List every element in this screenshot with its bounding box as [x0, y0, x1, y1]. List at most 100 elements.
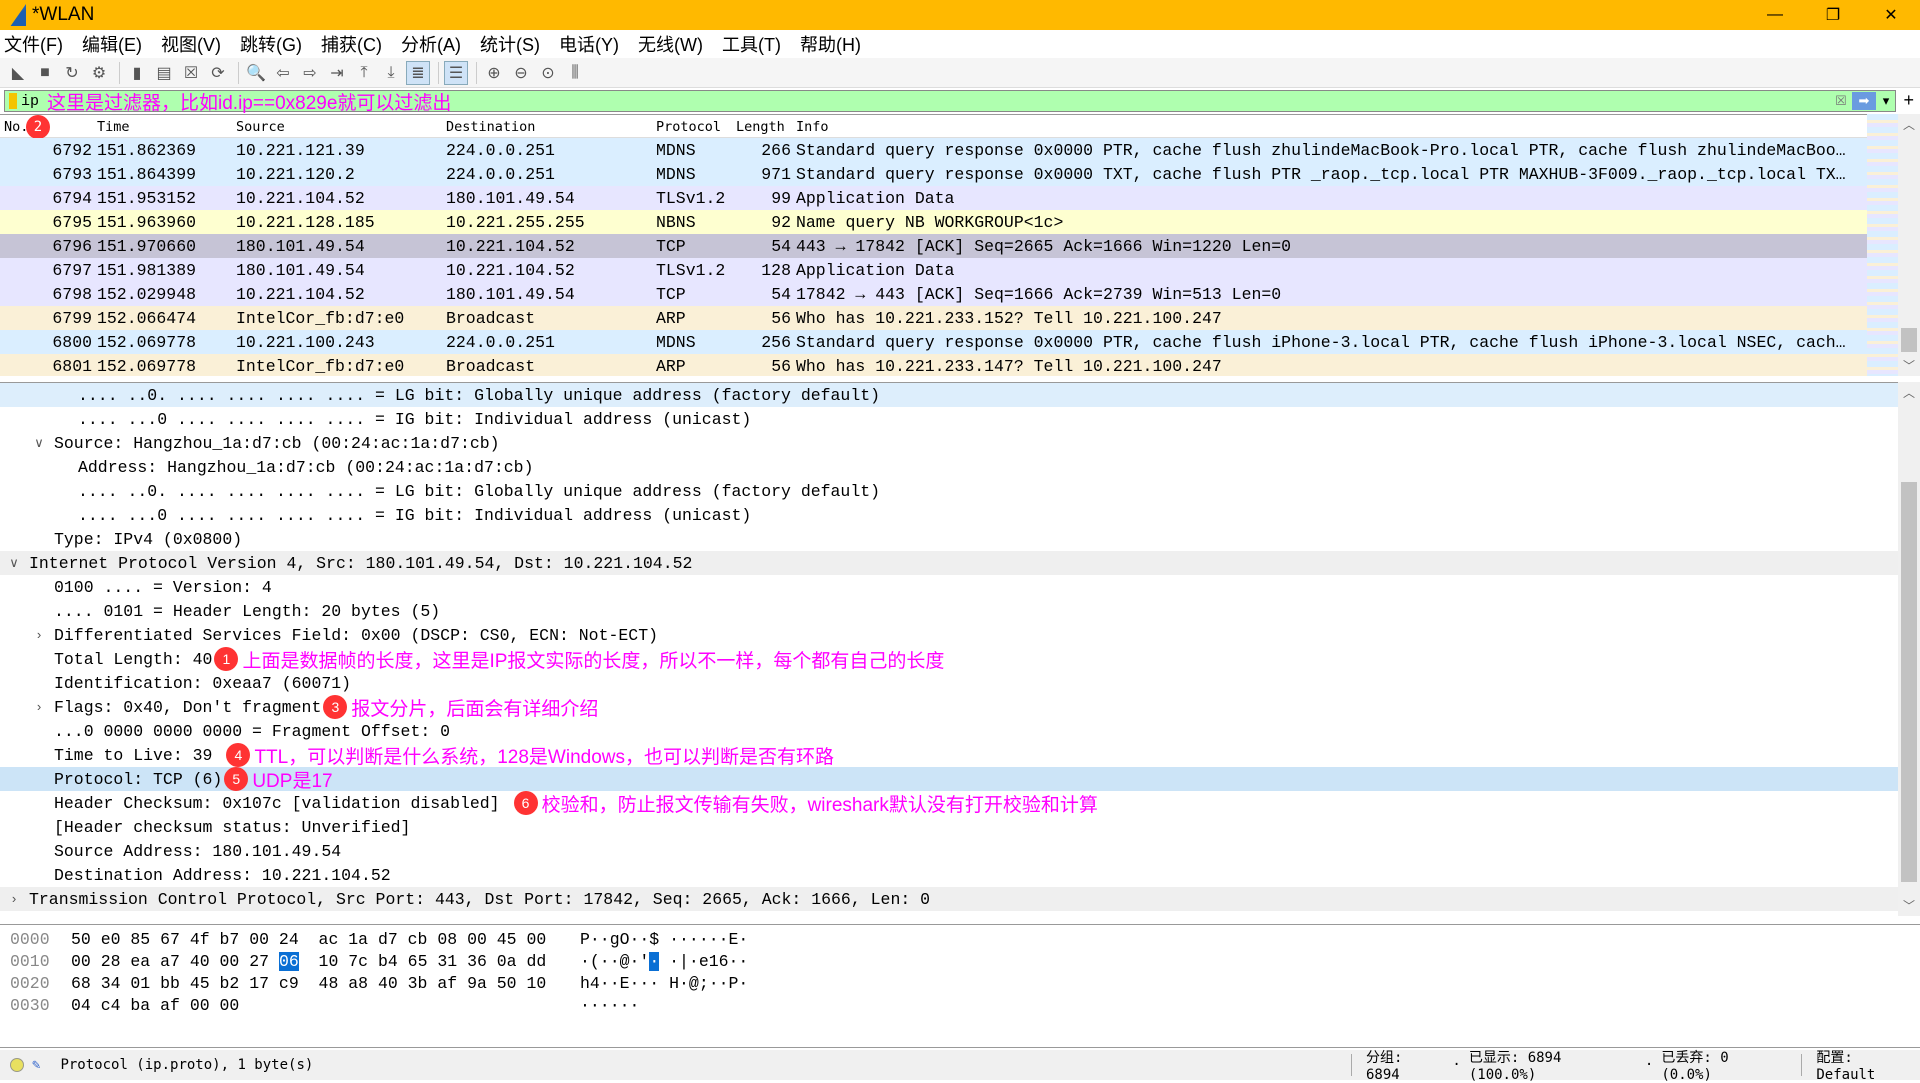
autoscroll-icon[interactable]: ≣	[406, 60, 430, 85]
capture-options-icon[interactable]: ⚙	[87, 61, 111, 85]
menu-item[interactable]: 帮助(H)	[800, 31, 861, 57]
close-file-icon[interactable]: ☒	[179, 61, 203, 85]
stop-icon[interactable]: ■	[33, 61, 57, 85]
scroll-up-icon[interactable]: ︿	[1898, 384, 1920, 401]
shark-fin-start-icon[interactable]: ◣	[6, 61, 30, 85]
detail-line[interactable]: [Header checksum status: Unverified]	[0, 815, 1898, 839]
filter-input[interactable]: ip	[21, 93, 39, 110]
packet-row[interactable]: 6798 152.029948 10.221.104.52 180.101.49.54…	[0, 282, 1867, 306]
detail-line[interactable]: Total Length: 40 1 上面是数据帧的长度，这里是IP报文实际的长度，…	[0, 647, 1898, 672]
packet-row[interactable]: 6800 152.069778 10.221.100.243 224.0.0.251 M…	[0, 330, 1867, 354]
detail-line[interactable]: › Differentiated Services Field: 0x00 (DS…	[0, 623, 1898, 647]
colorize-icon[interactable]: ☰	[444, 60, 468, 85]
menu-item[interactable]: 工具(T)	[722, 31, 781, 57]
detail-line[interactable]: .... ..0. .... .... .... .... = LG bit: …	[0, 383, 1898, 407]
ascii-bytes[interactable]: ·(··@·'· ·|·e16··	[580, 952, 748, 971]
column-header[interactable]: Protocol	[656, 119, 721, 135]
packet-row[interactable]: 6801 152.069778 IntelCor_fb:d7:e0 Broadcast…	[0, 354, 1867, 376]
detail-line[interactable]: .... ..0. .... .... .... .... = LG bit: …	[0, 479, 1898, 503]
chevron-right-icon[interactable]: ›	[7, 892, 21, 907]
packet-row[interactable]: 6794 151.953152 10.221.104.52 180.101.49.54…	[0, 186, 1867, 210]
clear-filter-icon[interactable]: ☒	[1833, 92, 1849, 110]
last-packet-icon[interactable]: ⤓	[379, 61, 403, 85]
resize-columns-icon[interactable]: ⫼	[563, 61, 587, 85]
go-to-packet-icon[interactable]: ⇥	[325, 61, 349, 85]
scrollbar-thumb[interactable]	[1901, 328, 1917, 352]
detail-line[interactable]: 0100 .... = Version: 4	[0, 575, 1898, 599]
detail-line[interactable]: ∨ Source: Hangzhou_1a:d7:cb (00:24:ac:1a:…	[0, 431, 1898, 455]
hex-row[interactable]: 0030 04 c4 ba af 00 00 ······	[0, 994, 1920, 1016]
detail-line[interactable]: .... ...0 .... .... .... .... = IG bit: …	[0, 407, 1898, 431]
ascii-bytes[interactable]: P··gO··$ ······E·	[580, 930, 748, 949]
maximize-button[interactable]: ❐	[1804, 0, 1862, 30]
close-button[interactable]: ✕	[1862, 0, 1920, 30]
chevron-down-icon[interactable]: ∨	[7, 556, 21, 571]
detail-line[interactable]: Time to Live: 39 4 TTL，可以判断是什么系统，128是Windo…	[0, 743, 1898, 768]
zoom-reset-icon[interactable]: ⊙	[536, 61, 560, 85]
back-icon[interactable]: ⇦	[271, 61, 295, 85]
scroll-down-icon[interactable]: ﹀	[1898, 897, 1920, 914]
menu-item[interactable]: 统计(S)	[480, 31, 540, 57]
scroll-up-icon[interactable]: ︿	[1898, 116, 1920, 133]
detail-line[interactable]: .... ...0 .... .... .... .... = IG bit: …	[0, 503, 1898, 527]
filter-history-dropdown-icon[interactable]: ▾	[1879, 92, 1893, 110]
packet-row[interactable]: 6792 151.862369 10.221.121.39 224.0.0.251 MD…	[0, 138, 1867, 162]
ascii-bytes[interactable]: ······	[580, 996, 639, 1015]
hex-row[interactable]: 0000 50 e0 85 67 4f b7 00 24 ac 1a d7 cb …	[0, 928, 1920, 950]
detail-line[interactable]: › Transmission Control Protocol, Src Port…	[0, 887, 1898, 911]
scrollbar-thumb[interactable]	[1901, 482, 1917, 882]
open-file-icon[interactable]: ▮	[125, 61, 149, 85]
packet-row[interactable]: 6795 151.963960 10.221.128.185 10.221.255.2…	[0, 210, 1867, 234]
packet-row[interactable]: 6799 152.066474 IntelCor_fb:d7:e0 Broadcast…	[0, 306, 1867, 330]
save-file-icon[interactable]: ▤	[152, 61, 176, 85]
detail-line[interactable]: ∨ Internet Protocol Version 4, Src: 180.1…	[0, 551, 1898, 575]
detail-line[interactable]: ...0 0000 0000 0000 = Fragment Offset: 0	[0, 719, 1898, 743]
reload-icon[interactable]: ⟳	[206, 61, 230, 85]
add-filter-button-icon[interactable]: +	[1903, 90, 1914, 111]
column-header[interactable]: Info	[796, 119, 829, 135]
zoom-out-icon[interactable]: ⊖	[509, 61, 533, 85]
column-header[interactable]: Destination	[446, 119, 535, 135]
packet-row[interactable]: 6793 151.864399 10.221.120.2 224.0.0.251 MDN…	[0, 162, 1867, 186]
menu-item[interactable]: 分析(A)	[401, 31, 461, 57]
forward-icon[interactable]: ⇨	[298, 61, 322, 85]
details-scrollbar[interactable]: ︿ ﹀	[1898, 382, 1920, 916]
detail-line[interactable]: Header Checksum: 0x107c [validation disa…	[0, 791, 1898, 816]
chevron-right-icon[interactable]: ›	[32, 628, 46, 643]
capture-comment-icon[interactable]: ✎	[32, 1057, 40, 1073]
packet-minimap[interactable]	[1867, 114, 1898, 376]
apply-filter-icon[interactable]: ➡	[1852, 92, 1876, 110]
scroll-down-icon[interactable]: ﹀	[1898, 357, 1920, 374]
detail-line[interactable]: Identification: 0xeaa7 (60071)	[0, 671, 1898, 695]
display-filter-bar[interactable]: ip 这里是过滤器，比如id.ip==0x829e就可以过滤出 ☒ ➡ ▾	[4, 90, 1896, 114]
menu-item[interactable]: 编辑(E)	[82, 31, 142, 57]
detail-line[interactable]: Destination Address: 10.221.104.52	[0, 863, 1898, 887]
detail-line[interactable]: Source Address: 180.101.49.54	[0, 839, 1898, 863]
minimize-button[interactable]: —	[1746, 0, 1804, 30]
menu-item[interactable]: 捕获(C)	[321, 31, 382, 57]
expert-info-icon[interactable]	[10, 1058, 24, 1072]
chevron-down-icon[interactable]: ∨	[32, 436, 46, 451]
menu-item[interactable]: 跳转(G)	[240, 31, 302, 57]
ascii-bytes[interactable]: h4··E··· H·@;··P·	[580, 974, 748, 993]
hex-row[interactable]: 0010 00 28 ea a7 40 00 27 06 10 7c b4 65 …	[0, 950, 1920, 972]
detail-line[interactable]: .... 0101 = Header Length: 20 bytes (5)	[0, 599, 1898, 623]
chevron-right-icon[interactable]: ›	[32, 700, 46, 715]
menu-item[interactable]: 视图(V)	[161, 31, 221, 57]
column-header[interactable]: Source	[236, 119, 285, 135]
first-packet-icon[interactable]: ⤒	[352, 61, 376, 85]
hex-bytes[interactable]: 00 28 ea a7 40 00 27 06 10 7c b4 65 31 3…	[71, 952, 546, 971]
hex-bytes[interactable]: 04 c4 ba af 00 00	[71, 996, 239, 1015]
hex-row[interactable]: 0020 68 34 01 bb 45 b2 17 c9 48 a8 40 3b …	[0, 972, 1920, 994]
status-profile[interactable]: 配置: Default	[1816, 1047, 1920, 1083]
menu-item[interactable]: 文件(F)	[4, 31, 63, 57]
column-header[interactable]: Time	[97, 119, 130, 135]
hex-bytes[interactable]: 68 34 01 bb 45 b2 17 c9 48 a8 40 3b af 9…	[71, 974, 546, 993]
packet-row[interactable]: 6797 151.981389 180.101.49.54 10.221.104.52…	[0, 258, 1867, 282]
detail-line[interactable]: Type: IPv4 (0x0800)	[0, 527, 1898, 551]
hex-bytes[interactable]: 50 e0 85 67 4f b7 00 24 ac 1a d7 cb 08 0…	[71, 930, 546, 949]
menu-item[interactable]: 电话(Y)	[559, 31, 619, 57]
detail-line[interactable]: › Flags: 0x40, Don't fragment 3 报文分片，后面会有详细…	[0, 695, 1898, 720]
packet-row[interactable]: 6796 151.970660 180.101.49.54 10.221.104.52…	[0, 234, 1867, 258]
column-header[interactable]: Length	[736, 119, 785, 135]
